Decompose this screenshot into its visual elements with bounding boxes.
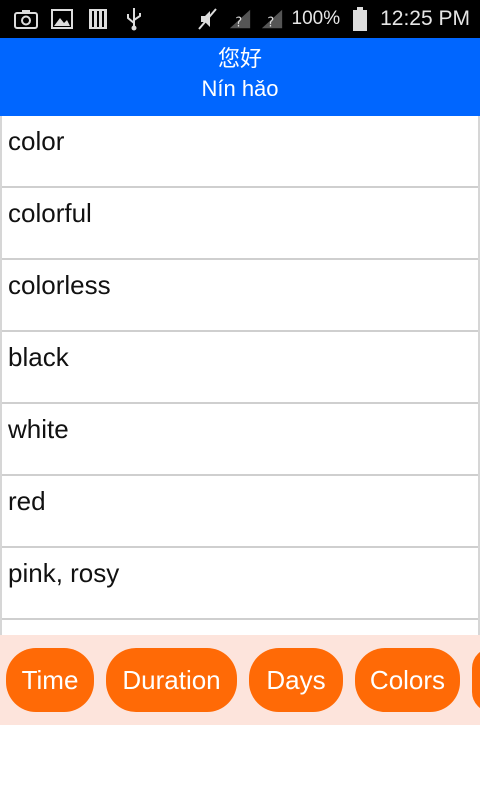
signal-icon: ? <box>228 7 252 31</box>
category-button-duration[interactable]: Duration <box>106 648 237 712</box>
category-bar[interactable]: Time Duration Days Colors <box>0 635 480 725</box>
word-list[interactable]: color colorful colorless black white red… <box>0 116 480 635</box>
svg-text:?: ? <box>267 15 274 30</box>
word-label: black <box>8 342 69 372</box>
pinyin-greeting: Nín hǎo <box>201 76 279 101</box>
word-label: pink, rosy <box>8 558 120 588</box>
list-item[interactable]: white <box>2 404 478 476</box>
list-item[interactable]: red <box>2 476 478 548</box>
word-label: color <box>8 126 65 156</box>
header: 您好 Nín hǎo <box>0 38 480 116</box>
list-item[interactable]: colorless <box>2 260 478 332</box>
list-item[interactable]: color <box>2 116 478 188</box>
camera-icon <box>14 7 38 31</box>
word-label: colorful <box>8 198 92 228</box>
word-label <box>2 620 478 630</box>
battery-percent: 100% <box>291 8 341 29</box>
word-label: colorless <box>8 270 111 300</box>
chinese-greeting: 您好 <box>217 47 262 72</box>
image-icon <box>50 7 74 31</box>
list-item[interactable]: black <box>2 332 478 404</box>
list-item[interactable]: colorful <box>2 188 478 260</box>
category-button-colors[interactable]: Colors <box>355 648 460 712</box>
usb-icon <box>122 7 146 31</box>
battery-icon <box>348 7 372 31</box>
word-label: white <box>8 414 69 444</box>
status-bar: ? ? 100% 12:25 PM <box>0 0 480 38</box>
list-item[interactable]: pink, rosy <box>2 548 478 620</box>
category-button-more[interactable] <box>472 648 480 712</box>
signal-icon: ? <box>260 7 284 31</box>
list-item[interactable] <box>2 620 478 635</box>
word-label: red <box>8 486 46 516</box>
clock: 12:25 PM <box>380 7 470 30</box>
mute-icon <box>196 7 220 31</box>
svg-text:?: ? <box>235 15 242 30</box>
category-button-time[interactable]: Time <box>6 648 94 712</box>
sim-icon <box>86 7 110 31</box>
category-button-days[interactable]: Days <box>249 648 343 712</box>
